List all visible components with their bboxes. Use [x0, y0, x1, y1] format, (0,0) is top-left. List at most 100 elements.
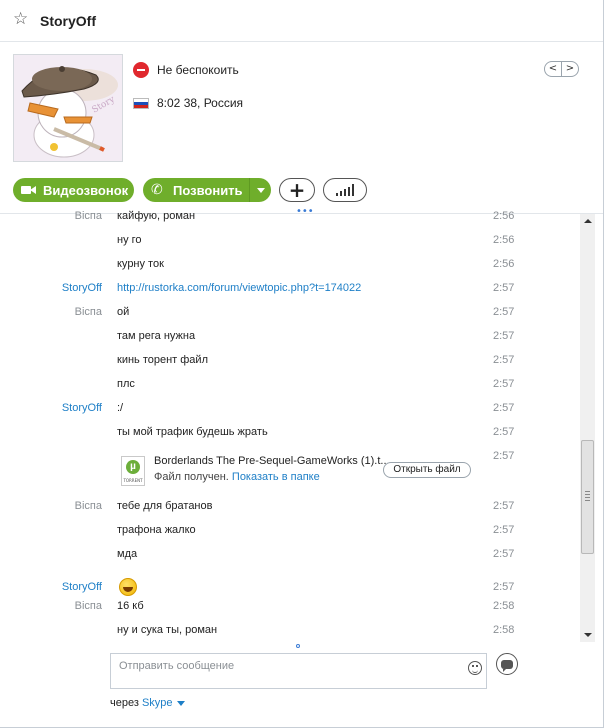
message-row: ну и сука ты, роман 2:58	[0, 624, 580, 642]
message-row: мда 2:57	[0, 548, 580, 568]
file-transfer-card: µ TORRENT Borderlands The Pre-Sequel-Gam…	[117, 453, 477, 493]
message-sender[interactable]: StoryOff	[62, 282, 102, 294]
message-text: трафона жалко	[117, 524, 196, 536]
message-text: тебе для братанов	[117, 500, 213, 512]
message-sender[interactable]: StoryOff	[62, 402, 102, 414]
russia-flag-icon	[133, 97, 149, 109]
message-row: StoryOff http://rustorka.com/forum/viewt…	[0, 282, 580, 302]
message-sender[interactable]: Віспа	[75, 600, 102, 612]
message-sender[interactable]: Віспа	[75, 500, 102, 512]
chat-bubble-icon	[501, 659, 513, 672]
show-in-folder-link[interactable]: Показать в папке	[232, 471, 320, 483]
via-service-selector[interactable]: Skype	[142, 697, 185, 709]
message-input[interactable]: Отправить сообщение	[110, 653, 487, 689]
arrow-down-icon	[583, 633, 592, 637]
call-options-dropdown[interactable]	[249, 178, 271, 202]
message-text: курну ток	[117, 258, 164, 270]
message-time: 2:57	[493, 330, 515, 342]
file-name[interactable]: Borderlands The Pre-Sequel-GameWorks (1)…	[154, 455, 390, 467]
status-row: Не беспокоить	[133, 62, 239, 78]
message-text: ты мой трафик будешь жрать	[117, 426, 268, 438]
send-message-button[interactable]	[496, 653, 518, 675]
utorrent-logo-icon: µ	[126, 460, 140, 474]
message-row: ну го 2:56	[0, 234, 580, 254]
status-text: Не беспокоить	[157, 63, 239, 77]
message-sender[interactable]: StoryOff	[62, 581, 102, 593]
chevron-down-icon	[176, 700, 185, 706]
conversation-window: ☆ StoryOff Story Не беспокоить 8:02 38, …	[0, 0, 604, 728]
message-row: кинь торент файл 2:57	[0, 354, 580, 374]
call-quality-button[interactable]	[323, 178, 367, 202]
video-call-button[interactable]: Видеозвонок	[13, 178, 134, 202]
message-row: Віспа ой 2:57	[0, 306, 580, 326]
message-sender[interactable]: Віспа	[75, 306, 102, 318]
message-time: 2:57	[493, 450, 515, 462]
message-row: там рега нужна 2:57	[0, 330, 580, 350]
message-sender[interactable]: Віспа	[75, 210, 102, 222]
profile-nav: < >	[544, 61, 579, 77]
scroll-up-button[interactable]	[580, 214, 595, 228]
message-text: кайфую, роман	[117, 210, 196, 222]
message-text: :/	[117, 402, 124, 414]
message-time: 2:56	[493, 258, 515, 270]
message-row: Віспа тебе для братанов 2:57	[0, 500, 580, 520]
emoticon-picker-icon[interactable]	[468, 661, 482, 675]
message-time: 2:57	[493, 548, 515, 560]
message-input-placeholder: Отправить сообщение	[119, 660, 235, 672]
message-time: 2:57	[493, 306, 515, 318]
phone-icon: ✆	[151, 182, 163, 198]
add-participants-button[interactable]: +	[279, 178, 315, 202]
send-via: через Skype	[110, 697, 185, 709]
message-time: 2:58	[493, 624, 515, 636]
message-text: ну и сука ты, роман	[117, 624, 218, 636]
message-row: StoryOff 2:57	[0, 578, 580, 601]
avatar-image: Story	[14, 55, 122, 161]
torrent-file-icon: µ TORRENT	[121, 456, 145, 486]
message-text: ой	[117, 306, 130, 318]
chat-scrollbar[interactable]	[580, 214, 595, 642]
laughing-emoticon-icon	[119, 578, 137, 596]
contact-profile: Story Не беспокоить 8:02 38, Россия < >	[0, 42, 603, 172]
message-time: 2:57	[493, 402, 515, 414]
title-bar: ☆ StoryOff	[0, 0, 603, 42]
message-time: 2:57	[493, 378, 515, 390]
message-time: 2:56	[493, 210, 515, 222]
file-type-label: TORRENT	[123, 478, 143, 483]
call-button[interactable]: ✆ Позвонить	[143, 178, 271, 202]
message-row: плс 2:57	[0, 378, 580, 398]
message-row: Віспа 16 кб 2:58	[0, 600, 580, 620]
do-not-disturb-icon	[133, 62, 149, 78]
via-service-label: Skype	[141, 697, 173, 709]
message-text: ну го	[117, 234, 142, 246]
signal-bars-icon	[336, 184, 354, 196]
message-row: ты мой трафик будешь жрать 2:57	[0, 426, 580, 446]
message-time: 2:57	[493, 524, 515, 536]
file-status: Файл получен. Показать в папке	[154, 471, 320, 483]
resize-handle-icon[interactable]	[296, 644, 300, 648]
via-prefix: через	[110, 697, 139, 709]
message-time: 2:58	[493, 600, 515, 612]
message-text: 16 кб	[117, 600, 144, 612]
avatar[interactable]: Story	[13, 54, 123, 162]
message-time: 2:56	[493, 234, 515, 246]
message-link[interactable]: http://rustorka.com/forum/viewtopic.php?…	[117, 282, 361, 294]
star-icon[interactable]: ☆	[13, 10, 31, 28]
next-arrow-button[interactable]: >	[562, 62, 578, 76]
open-file-button[interactable]: Открыть файл	[383, 462, 471, 478]
message-time: 2:57	[493, 426, 515, 438]
grip-icon	[585, 491, 590, 503]
video-camera-icon	[21, 182, 37, 198]
scroll-thumb[interactable]	[581, 440, 594, 554]
message-row: трафона жалко 2:57	[0, 524, 580, 544]
message-time: 2:57	[493, 581, 515, 593]
prev-arrow-button[interactable]: <	[545, 62, 562, 76]
chat-history: Віспа кайфую, роман 2:56 ну го 2:56 курн…	[0, 206, 580, 642]
plus-icon: +	[288, 178, 306, 202]
message-row: StoryOff :/ 2:57	[0, 402, 580, 422]
message-text: мда	[117, 548, 138, 560]
scroll-down-button[interactable]	[580, 628, 595, 642]
message-time: 2:57	[493, 282, 515, 294]
location-row: 8:02 38, Россия	[133, 95, 243, 111]
local-time: 8:02 38, Россия	[157, 96, 244, 110]
contact-name: StoryOff	[40, 13, 96, 29]
